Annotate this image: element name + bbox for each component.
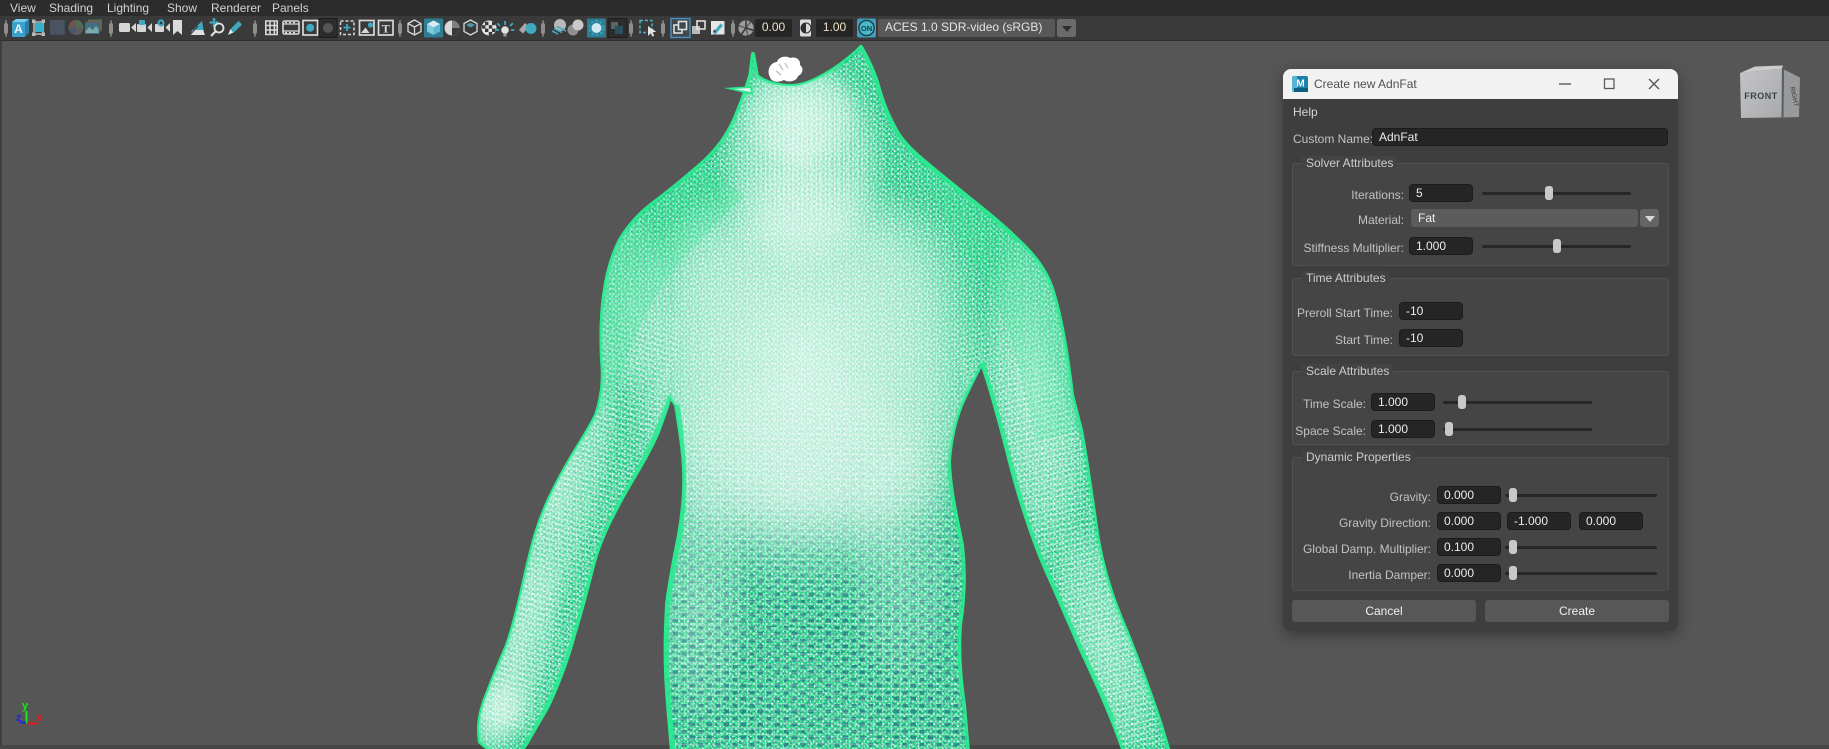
- svg-text:T: T: [382, 22, 390, 36]
- svg-text:x: x: [36, 712, 43, 724]
- svg-text:ON: ON: [861, 24, 872, 33]
- svg-text:M: M: [1296, 79, 1304, 90]
- svg-text:FRONT: FRONT: [1744, 91, 1778, 101]
- svg-text:A: A: [14, 22, 23, 36]
- svg-text:z: z: [16, 712, 22, 724]
- svg-text:y: y: [22, 700, 29, 712]
